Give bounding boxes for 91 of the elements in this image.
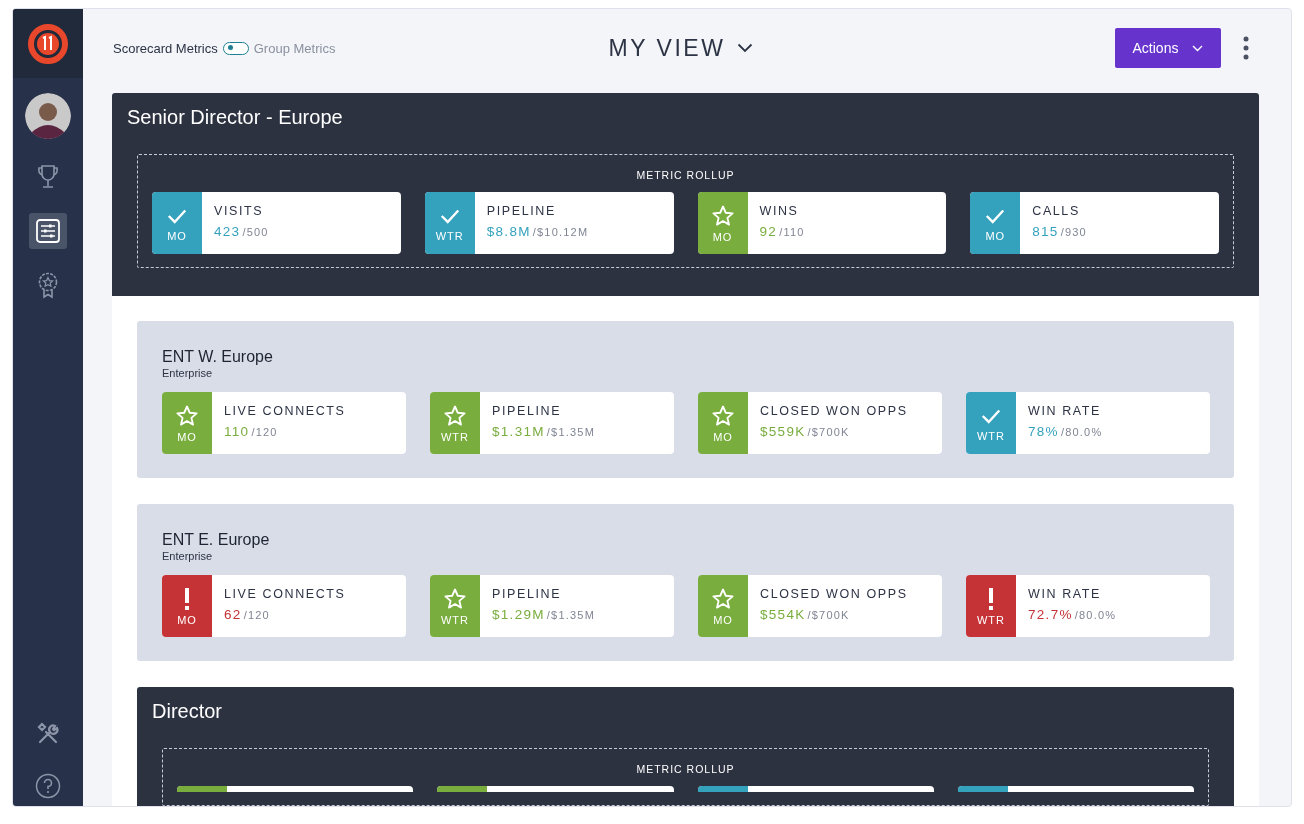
metric-name: LIVE CONNECTS bbox=[224, 404, 346, 418]
metric-value: $559K bbox=[760, 424, 806, 439]
rollup-label: METRIC ROLLUP bbox=[636, 763, 735, 775]
metric-target: /$10.12M bbox=[532, 226, 589, 238]
section-title: Senior Director - Europe bbox=[127, 105, 344, 129]
chevron-down-icon bbox=[1192, 44, 1204, 52]
metric-card[interactable]: MO CALLS 815/930 bbox=[970, 192, 1219, 254]
metric-card[interactable]: WTR PIPELINE $1.31M/$1.35M bbox=[430, 392, 674, 454]
metric-card[interactable] bbox=[957, 786, 1194, 792]
alert-icon bbox=[987, 586, 995, 611]
period-label: MO bbox=[712, 230, 733, 243]
metric-value: 62 bbox=[224, 607, 242, 622]
metric-target: /120 bbox=[243, 609, 270, 621]
metric-card[interactable]: MO CLOSED WON OPPS $559K/$700K bbox=[698, 392, 942, 454]
metric-card[interactable]: MO LIVE CONNECTS 110/120 bbox=[162, 392, 406, 454]
metric-card[interactable]: WTR PIPELINE $1.29M/$1.35M bbox=[430, 575, 674, 637]
period-label: WTR bbox=[440, 613, 469, 626]
period-label: MO bbox=[713, 430, 733, 443]
metric-value: $8.8M bbox=[486, 224, 531, 239]
metric-name: PIPELINE bbox=[492, 587, 563, 601]
metric-value: $1.29M bbox=[492, 607, 545, 622]
view-dropdown[interactable]: MY VIEW bbox=[608, 34, 754, 62]
group-title: ENT W. Europe bbox=[162, 347, 274, 367]
metric-name: WIN RATE bbox=[1028, 587, 1102, 601]
metric-target: /110 bbox=[779, 226, 805, 238]
metric-name: CLOSED WON OPPS bbox=[760, 587, 908, 601]
period-label: WTR bbox=[435, 229, 464, 242]
section-title: Director bbox=[152, 699, 223, 723]
star-icon bbox=[711, 586, 735, 611]
group-title: ENT E. Europe bbox=[162, 530, 271, 550]
metric-value: 92 bbox=[759, 224, 778, 239]
more-options-icon[interactable] bbox=[1243, 36, 1249, 60]
chevron-down-icon bbox=[737, 43, 754, 53]
metric-value: $554K bbox=[760, 607, 806, 622]
metric-name: CALLS bbox=[1032, 204, 1081, 218]
metric-name: LIVE CONNECTS bbox=[224, 587, 346, 601]
metric-name: WIN RATE bbox=[1028, 404, 1102, 418]
avatar[interactable] bbox=[25, 93, 71, 139]
alert-icon bbox=[183, 586, 191, 611]
toggle-label: Scorecard Metrics bbox=[113, 40, 218, 56]
metric-name: PIPELINE bbox=[492, 404, 563, 418]
metric-value: $1.31M bbox=[492, 424, 545, 439]
group-subtitle: Enterprise bbox=[162, 367, 214, 379]
period-label: MO bbox=[713, 613, 733, 626]
metric-name: VISITS bbox=[214, 204, 265, 218]
metric-card[interactable]: MO VISITS 423/500 bbox=[152, 192, 401, 254]
logo-icon[interactable] bbox=[28, 23, 68, 64]
star-icon bbox=[443, 586, 467, 611]
sliders-list-icon[interactable] bbox=[29, 213, 67, 249]
metric-value: 72.7% bbox=[1028, 607, 1073, 622]
period-label: MO bbox=[177, 430, 197, 443]
rollup-label: METRIC ROLLUP bbox=[636, 169, 735, 181]
metric-card[interactable]: WTR WIN RATE 72.7%/80.0% bbox=[966, 575, 1210, 637]
star-icon bbox=[175, 403, 199, 428]
metric-name: WINS bbox=[759, 204, 800, 218]
metrics-toggle[interactable] bbox=[222, 41, 249, 55]
period-label: WTR bbox=[976, 613, 1005, 626]
metric-target: /80.0% bbox=[1074, 609, 1117, 621]
metric-card[interactable] bbox=[437, 786, 674, 792]
metric-value: 110 bbox=[224, 424, 250, 439]
metric-name: CLOSED WON OPPS bbox=[760, 404, 908, 418]
group-subtitle: Enterprise bbox=[162, 550, 214, 562]
star-icon bbox=[710, 203, 735, 228]
metric-target: /930 bbox=[1060, 226, 1087, 238]
metric-target: /$1.35M bbox=[546, 609, 595, 621]
metric-target: /$700K bbox=[807, 609, 850, 621]
metric-target: /120 bbox=[251, 426, 278, 438]
toggle-label: Group Metrics bbox=[253, 40, 336, 56]
period-label: WTR bbox=[440, 430, 469, 443]
metric-card[interactable] bbox=[177, 786, 414, 792]
period-label: MO bbox=[985, 229, 1006, 242]
star-icon bbox=[711, 403, 735, 428]
metric-card[interactable] bbox=[697, 786, 934, 792]
metric-card[interactable]: MO LIVE CONNECTS 62/120 bbox=[162, 575, 406, 637]
period-label: MO bbox=[167, 229, 187, 242]
metric-target: /$1.35M bbox=[546, 426, 595, 438]
metric-name: PIPELINE bbox=[486, 204, 557, 218]
metric-target: /500 bbox=[242, 226, 269, 238]
metric-target: /$700K bbox=[807, 426, 850, 438]
period-label: WTR bbox=[976, 429, 1005, 442]
metric-card[interactable]: MO CLOSED WON OPPS $554K/$700K bbox=[698, 575, 942, 637]
actions-button[interactable]: Actions bbox=[1115, 28, 1221, 68]
metric-card[interactable]: WTR PIPELINE $8.8M/$10.12M bbox=[424, 192, 674, 254]
metric-target: /80.0% bbox=[1060, 426, 1103, 438]
metric-card[interactable]: WTR WIN RATE 78%/80.0% bbox=[966, 392, 1210, 454]
metric-value: 815 bbox=[1032, 224, 1059, 239]
metric-value: 423 bbox=[214, 224, 241, 239]
metric-card[interactable]: MO WINS 92/110 bbox=[697, 192, 947, 254]
metric-value: 78% bbox=[1028, 424, 1059, 439]
star-icon bbox=[443, 403, 467, 428]
period-label: MO bbox=[177, 613, 197, 626]
